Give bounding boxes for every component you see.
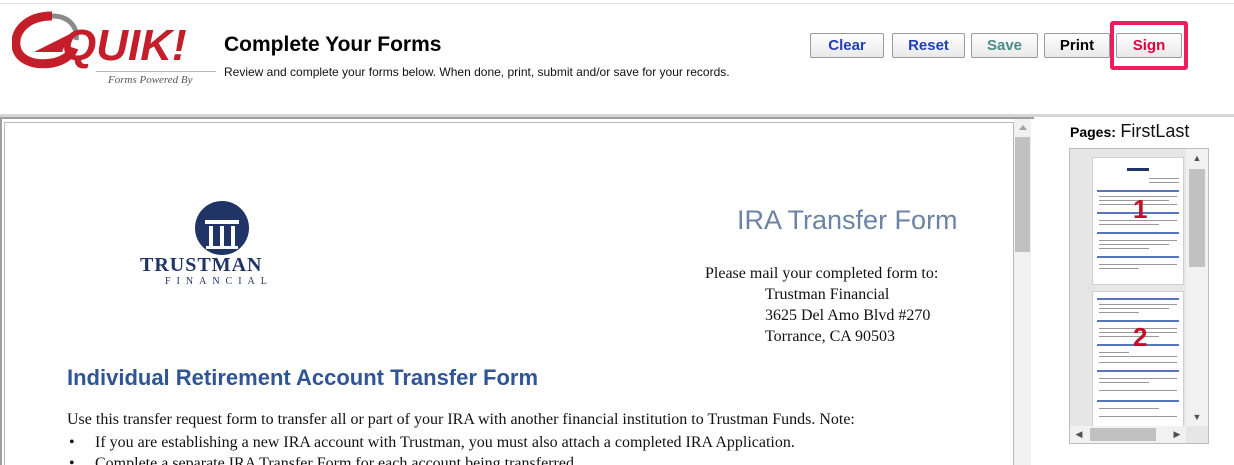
last-page-link[interactable]: Last [1155, 121, 1189, 141]
thumbnail-scroll-thumb[interactable] [1189, 169, 1205, 267]
bullet-icon: • [69, 455, 75, 465]
reset-button[interactable]: Reset [892, 33, 965, 58]
logo-tagline: Forms Powered By [108, 74, 193, 86]
intro-text: Use this transfer request form to transf… [67, 411, 855, 428]
section-title: Individual Retirement Account Transfer F… [67, 365, 539, 390]
first-page-link[interactable]: First [1120, 121, 1155, 141]
address-line: 3625 Del Amo Blvd #270 [765, 307, 931, 324]
scroll-right-arrow-icon[interactable]: ▶ [1168, 426, 1186, 443]
trustman-financial: FINANCIAL [165, 276, 273, 287]
page-subtitle: Review and complete your forms below. Wh… [224, 65, 730, 79]
top-border [0, 3, 1234, 4]
list-item-text: Complete a separate IRA Transfer Form fo… [95, 455, 578, 465]
note-list: • If you are establishing a new IRA accou… [67, 432, 795, 465]
quik-logo: QUIK! Forms Powered By [12, 8, 216, 94]
thumbnail-hscroll-thumb[interactable] [1090, 428, 1156, 441]
document-viewer[interactable]: TRUSTMAN FINANCIAL IRA Transfer Form Ple… [0, 117, 1034, 465]
print-button[interactable]: Print [1044, 33, 1110, 58]
thumb-logo-mark [1127, 168, 1149, 171]
logo-wordmark: QUIK! [62, 21, 187, 70]
list-item: • Complete a separate IRA Transfer Form f… [67, 453, 795, 465]
address-line: Trustman Financial [765, 286, 890, 303]
scroll-up-arrow-icon[interactable]: ▲ [1186, 149, 1208, 167]
document-scrollbar[interactable] [1014, 119, 1031, 465]
address-line: Torrance, CA 90503 [765, 328, 895, 345]
scroll-down-arrow-icon[interactable]: ▼ [1186, 408, 1208, 426]
document-page: TRUSTMAN FINANCIAL IRA Transfer Form Ple… [4, 122, 1014, 465]
page-thumbnail-1[interactable]: 1 [1092, 157, 1184, 285]
scroll-left-arrow-icon[interactable]: ◀ [1070, 426, 1088, 443]
thumbnail-horizontal-scrollbar[interactable]: ◀ ▶ [1070, 426, 1186, 443]
mail-instructions: Please mail your completed form to: [705, 265, 939, 282]
list-item-text: If you are establishing a new IRA accoun… [95, 434, 795, 451]
sign-highlight-box [1110, 21, 1188, 70]
logo-rule [96, 71, 216, 72]
page-thumbnail-2[interactable]: 2 [1092, 291, 1184, 441]
thumbnail-number: 2 [1133, 322, 1148, 352]
scroll-up-arrow-icon[interactable] [1014, 119, 1031, 136]
thumbnail-number: 1 [1133, 194, 1148, 224]
form-title: IRA Transfer Form [737, 205, 958, 235]
pages-navigation: Pages: FirstLast [1070, 121, 1189, 142]
thumbnail-vertical-scrollbar[interactable]: ▲ ▼ [1186, 149, 1208, 426]
list-item: • If you are establishing a new IRA accou… [67, 432, 795, 453]
bullet-icon: • [69, 434, 75, 451]
document-scroll-thumb[interactable] [1015, 137, 1030, 252]
clear-button[interactable]: Clear [810, 33, 884, 58]
save-button[interactable]: Save [971, 33, 1038, 58]
page-title: Complete Your Forms [224, 33, 442, 56]
pages-label: Pages: [1070, 124, 1116, 140]
trustman-name: TRUSTMAN [140, 254, 263, 276]
